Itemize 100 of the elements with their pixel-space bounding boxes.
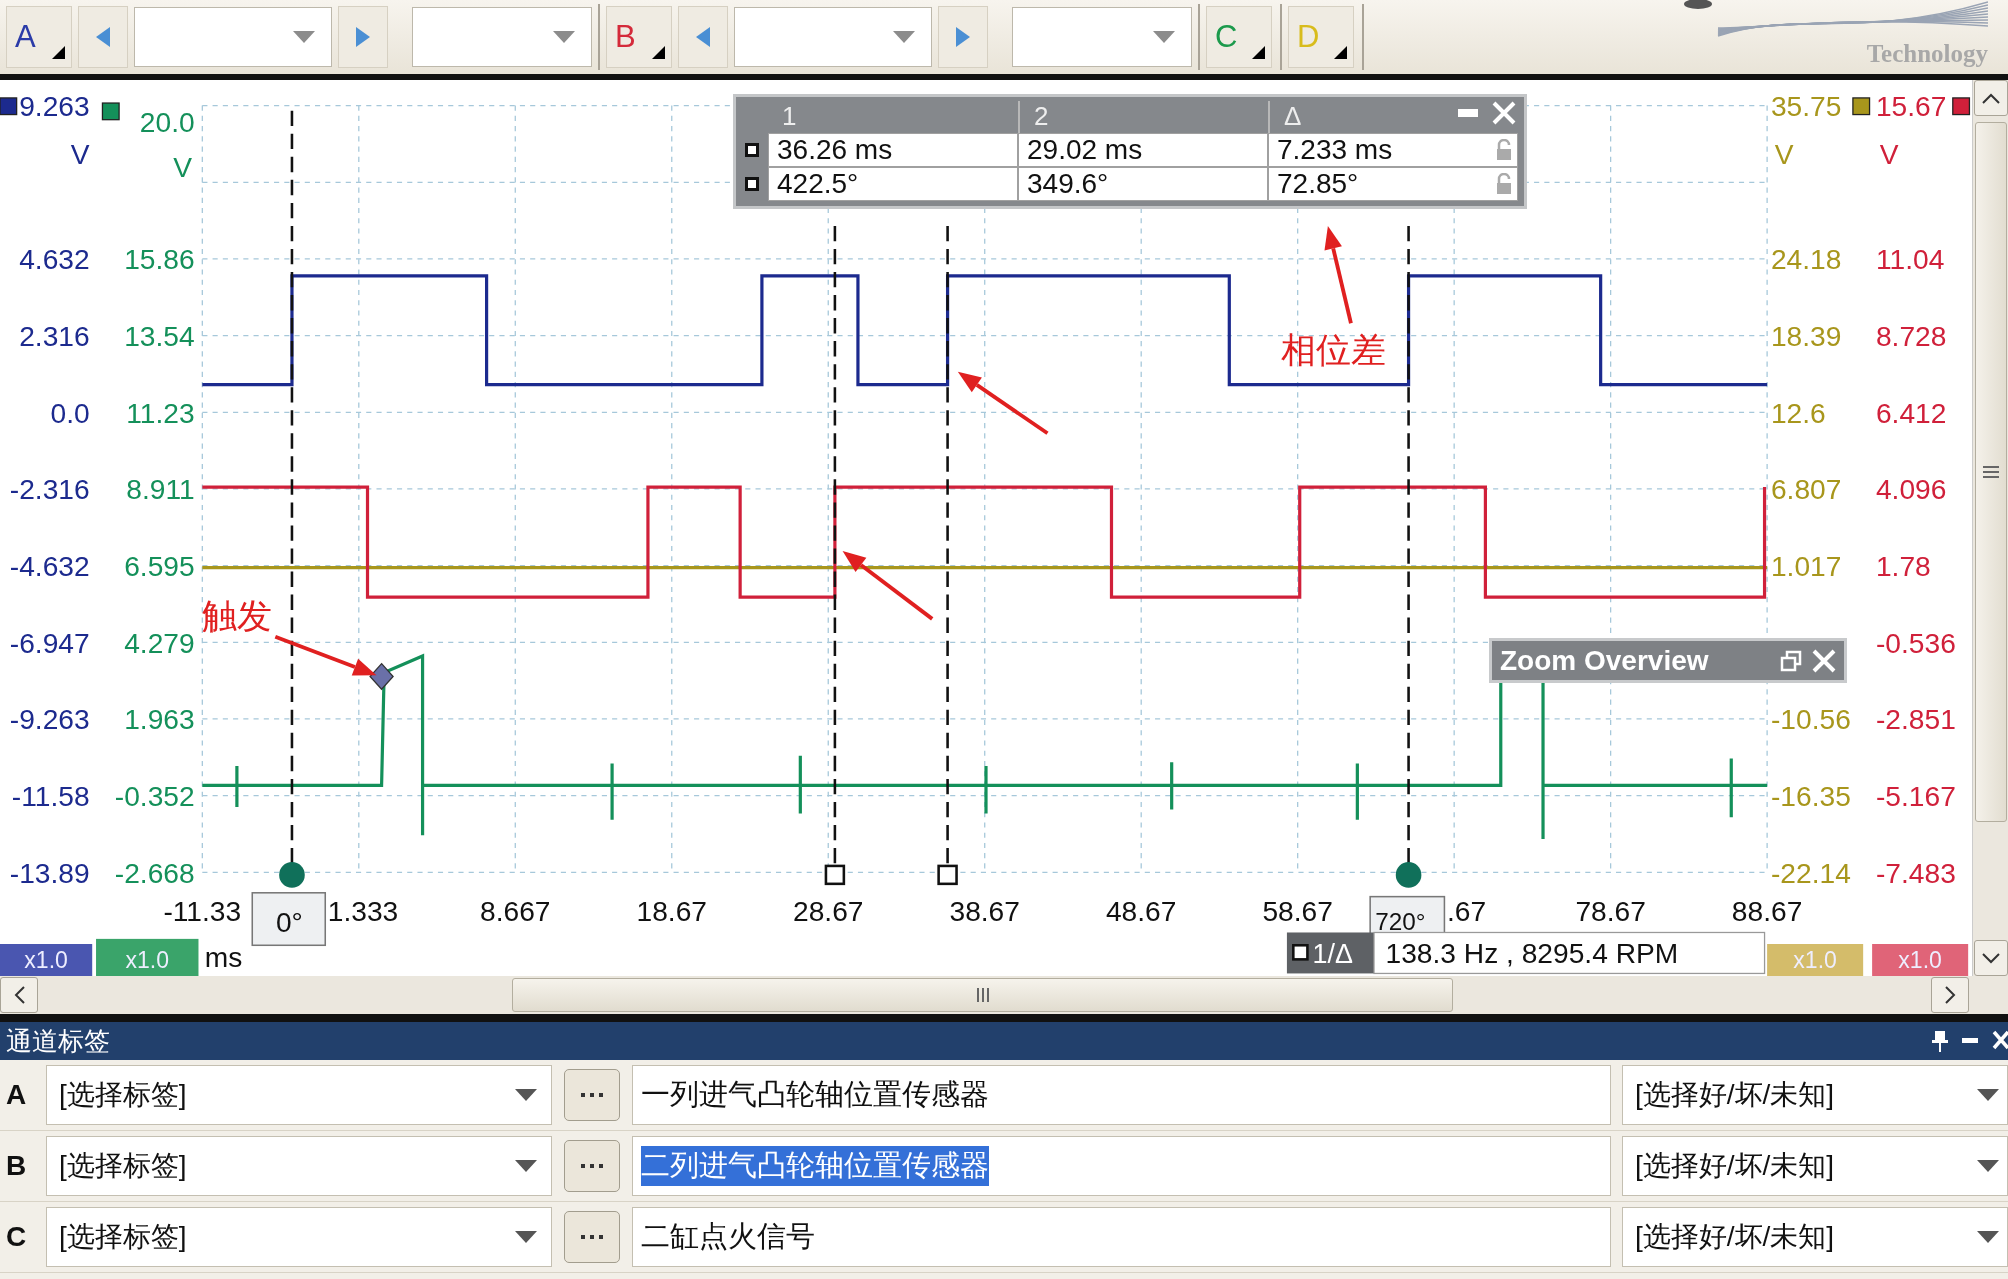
annotation-label: 触发 xyxy=(202,596,273,635)
cursor-handle[interactable] xyxy=(824,864,846,886)
annotation-label: 相位差 xyxy=(1280,330,1386,369)
axis-label: 8.728 xyxy=(1875,320,1947,352)
next-button[interactable] xyxy=(338,6,388,68)
dropdown[interactable] xyxy=(412,7,592,67)
logo-text: Technology xyxy=(1866,40,1988,69)
ellipsis-icon xyxy=(581,1163,603,1169)
caret-down-icon xyxy=(1153,31,1175,43)
axis-label: 0.0 xyxy=(50,397,90,429)
axis-label: 4.632 xyxy=(19,244,90,276)
scroll-down-button[interactable] xyxy=(1973,940,2008,976)
axis-label: 12.6 xyxy=(1770,397,1826,429)
more-button[interactable] xyxy=(564,1069,620,1121)
column-header: 1 xyxy=(781,101,798,133)
chevron-right-icon xyxy=(1944,986,1956,1004)
channel-button[interactable]: A xyxy=(6,6,72,68)
unit-label: V xyxy=(70,139,90,171)
table-cell: 36.26 ms xyxy=(768,133,1018,167)
description-field[interactable]: 一列进气凸轮轴位置传感器 xyxy=(632,1065,1611,1125)
channel-letter: A xyxy=(5,1079,28,1111)
dropdown[interactable] xyxy=(1012,7,1192,67)
caret-down-icon xyxy=(1977,1160,1999,1172)
axis-label: 11.23 xyxy=(126,397,195,429)
axis-label: -22.14 xyxy=(1770,857,1851,889)
lock-icon[interactable] xyxy=(1496,139,1512,161)
axis-label: -4.632 xyxy=(9,550,90,582)
table-cell: 72.85° xyxy=(1268,167,1518,201)
lock-icon[interactable] xyxy=(1496,173,1512,195)
channel-button[interactable]: B xyxy=(606,6,672,68)
axis-label: -11.58 xyxy=(11,780,90,812)
trigger-marker[interactable] xyxy=(369,662,394,691)
description-field[interactable]: 二缸点火信号 xyxy=(632,1207,1611,1267)
status-dropdown[interactable]: [选择好/坏/未知] xyxy=(1622,1207,2008,1267)
pin-icon[interactable] xyxy=(1932,1030,1948,1052)
unit-label: ms xyxy=(204,942,243,974)
cursor-line[interactable] xyxy=(833,225,837,866)
scroll-thumb[interactable] xyxy=(512,978,1453,1012)
dropdown[interactable] xyxy=(134,7,332,67)
axis-label: 35.75 xyxy=(1770,90,1842,122)
grip-icon xyxy=(1982,466,1999,478)
scroll-left-button[interactable] xyxy=(0,977,38,1013)
cursor-line[interactable] xyxy=(946,225,949,866)
scroll-up-button[interactable] xyxy=(1973,80,2008,116)
more-button[interactable] xyxy=(564,1211,620,1263)
axis-label: 1.78 xyxy=(1875,550,1931,582)
triangle-right-icon xyxy=(956,27,970,47)
cursor-handle[interactable] xyxy=(1395,862,1422,888)
axis-label: -0.536 xyxy=(1875,627,1956,659)
next-button[interactable] xyxy=(938,6,988,68)
close-icon[interactable] xyxy=(1992,1030,2008,1052)
caret-down-icon xyxy=(293,31,315,43)
grip-icon xyxy=(976,988,989,1002)
status-dropdown[interactable]: [选择好/坏/未知] xyxy=(1622,1136,2008,1196)
ellipsis-icon xyxy=(581,1092,603,1098)
readout-label: 1/Δ xyxy=(1286,932,1374,974)
label-dropdown[interactable]: [选择标签] xyxy=(46,1136,552,1196)
caret-down-icon xyxy=(515,1231,537,1243)
cursor-handle[interactable] xyxy=(279,862,305,888)
caret-down-icon xyxy=(1977,1231,1999,1243)
status-dropdown[interactable]: [选择好/坏/未知] xyxy=(1622,1065,2008,1125)
readout-field: 138.3 Hz , 8295.4 RPM xyxy=(1373,931,1766,975)
restore-icon[interactable] xyxy=(1780,649,1802,672)
axis-label: 8.911 xyxy=(126,474,195,506)
unit-label: V xyxy=(173,152,193,184)
axis-label: -10.56 xyxy=(1770,704,1851,736)
channel-letter: B xyxy=(5,1150,28,1182)
corner-triangle-icon xyxy=(652,46,665,59)
minimize-icon[interactable] xyxy=(1962,1038,1978,1044)
chevron-up-icon xyxy=(1981,92,2000,104)
scroll-right-button[interactable] xyxy=(1931,977,1969,1013)
label-dropdown[interactable]: [选择标签] xyxy=(46,1207,552,1267)
cursor-handle[interactable] xyxy=(937,864,958,886)
caret-down-icon xyxy=(515,1160,537,1172)
scale-badge[interactable]: x1.0 xyxy=(0,944,93,976)
axis-label: 8.667 xyxy=(480,895,551,927)
description-field[interactable]: 二列进气凸轮轴位置传感器 xyxy=(632,1136,1611,1196)
axis-label: 18.67 xyxy=(636,895,707,927)
caret-down-icon xyxy=(1977,1089,1999,1101)
axis-label: 4.279 xyxy=(124,627,195,659)
previous-button[interactable] xyxy=(678,6,728,68)
axis-label: 6.595 xyxy=(124,550,195,582)
axis-label: .67 xyxy=(1447,895,1487,927)
dropdown[interactable] xyxy=(734,7,932,67)
axis-label: 28.67 xyxy=(793,895,864,927)
more-button[interactable] xyxy=(564,1140,620,1192)
axis-label: 1.333 xyxy=(327,895,399,927)
label-dropdown[interactable]: [选择标签] xyxy=(46,1065,552,1125)
scroll-thumb[interactable] xyxy=(1974,122,2007,822)
axis-label: 20.0 xyxy=(139,107,195,139)
table-cell: 349.6° xyxy=(1018,167,1268,201)
unit-label: V xyxy=(1774,139,1794,171)
axis-label: 88.67 xyxy=(1731,895,1803,927)
triangle-left-icon xyxy=(96,27,110,47)
axis-label: 9.263 xyxy=(19,90,90,122)
previous-button[interactable] xyxy=(78,6,128,68)
axis-label: 1.017 xyxy=(1770,550,1842,582)
axis-label: 2.316 xyxy=(19,320,90,352)
axis-label: 15.67 xyxy=(1875,90,1947,122)
axis-label: 1.963 xyxy=(124,704,195,736)
